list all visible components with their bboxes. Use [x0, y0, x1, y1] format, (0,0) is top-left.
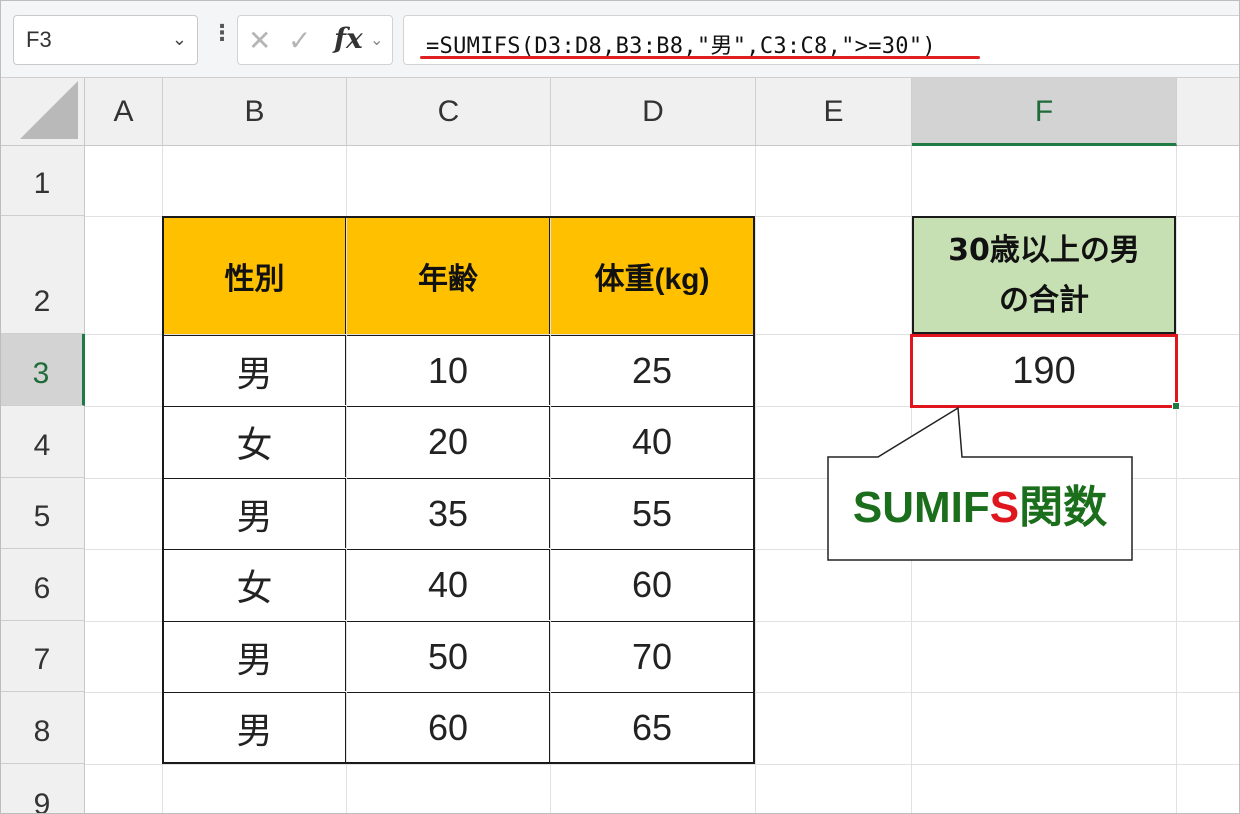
column-header-g-partial[interactable]	[1177, 78, 1240, 146]
row-number: 4	[33, 429, 51, 462]
callout-label: SUMIFS関数	[830, 478, 1130, 538]
column-header-f[interactable]: F	[912, 78, 1177, 146]
row-number: 2	[33, 285, 51, 318]
row-number: 6	[33, 572, 51, 605]
callout-text-part1: SUMIF	[852, 483, 990, 532]
column-header-e[interactable]: E	[756, 78, 912, 146]
callout-text-part2: 関数	[1019, 483, 1108, 532]
row-header-7[interactable]: 7	[0, 621, 85, 692]
cell-c2[interactable]: 年齢	[347, 218, 550, 334]
chevron-down-icon[interactable]: ⌄	[172, 29, 187, 50]
row-header-6[interactable]: 6	[0, 549, 85, 621]
gridline	[1176, 146, 1177, 814]
callout-text-highlight: S	[989, 483, 1020, 532]
cell-d8[interactable]: 65	[551, 692, 753, 762]
name-box-value: F3	[26, 27, 52, 52]
column-header-c[interactable]: C	[347, 78, 551, 146]
check-icon[interactable]: ✓	[288, 24, 311, 57]
fill-handle[interactable]	[1172, 402, 1180, 410]
row-header-9[interactable]: 9	[0, 764, 85, 814]
cell-c5[interactable]: 35	[347, 478, 550, 548]
row-number: 3	[32, 357, 50, 390]
row-number: 1	[33, 167, 51, 200]
column-header-d[interactable]: D	[551, 78, 756, 146]
select-all-button[interactable]	[0, 78, 85, 146]
gridline	[85, 764, 1240, 765]
cell-f3[interactable]: 190	[910, 334, 1178, 408]
select-all-triangle-icon	[20, 81, 78, 139]
column-header-a[interactable]: A	[85, 78, 163, 146]
cell-d7[interactable]: 70	[551, 621, 753, 691]
cell-c7[interactable]: 50	[347, 621, 550, 691]
row-header-3[interactable]: 3	[0, 334, 85, 406]
cell-d4[interactable]: 40	[551, 406, 753, 477]
cell-b5[interactable]: 男	[164, 478, 346, 548]
cell-d2[interactable]: 体重(kg)	[551, 218, 753, 334]
cell-d3[interactable]: 25	[551, 335, 753, 405]
name-box[interactable]: F3 ⌄	[13, 15, 198, 65]
row-header-8[interactable]: 8	[0, 692, 85, 764]
cell-b3[interactable]: 男	[164, 335, 346, 405]
column-header-b[interactable]: B	[163, 78, 347, 146]
cell-c6[interactable]: 40	[347, 549, 550, 620]
result-header-line2: の合計	[999, 283, 1089, 318]
chevron-down-icon[interactable]: ⌄	[370, 30, 383, 49]
insert-function-icon[interactable]: fx	[334, 22, 363, 55]
formula-red-underline	[420, 56, 980, 59]
more-options-icon[interactable]: ⋮	[211, 23, 233, 45]
row-header-2[interactable]: 2	[0, 216, 85, 334]
cell-d5[interactable]: 55	[551, 478, 753, 548]
cancel-icon[interactable]: ✕	[248, 24, 271, 57]
cell-b4[interactable]: 女	[164, 406, 346, 477]
cell-f2[interactable]: 30歳以上の男 の合計	[912, 216, 1176, 334]
formula-controls: ✕ ✓ fx ⌄	[237, 15, 393, 65]
gridline	[755, 146, 756, 814]
formula-bar: F3 ⌄ ⋮ ✕ ✓ fx ⌄ =SUMIFS(D3:D8,B3:B8,"男",…	[0, 0, 1240, 78]
result-header-line1: 30歳以上の男	[948, 233, 1140, 268]
row-header-4[interactable]: 4	[0, 406, 85, 478]
row-header-5[interactable]: 5	[0, 478, 85, 549]
cell-b2[interactable]: 性別	[164, 218, 346, 334]
cell-d6[interactable]: 60	[551, 549, 753, 620]
cell-c3[interactable]: 10	[347, 335, 550, 405]
cell-c4[interactable]: 20	[347, 406, 550, 477]
cell-b6[interactable]: 女	[164, 549, 346, 620]
cell-b7[interactable]: 男	[164, 621, 346, 691]
row-header-1[interactable]: 1	[0, 146, 85, 216]
cell-c8[interactable]: 60	[347, 692, 550, 762]
cell-b8[interactable]: 男	[164, 692, 346, 762]
row-number: 8	[33, 715, 51, 748]
row-number: 7	[33, 643, 51, 676]
row-number: 9	[33, 788, 51, 814]
row-number: 5	[33, 500, 51, 533]
